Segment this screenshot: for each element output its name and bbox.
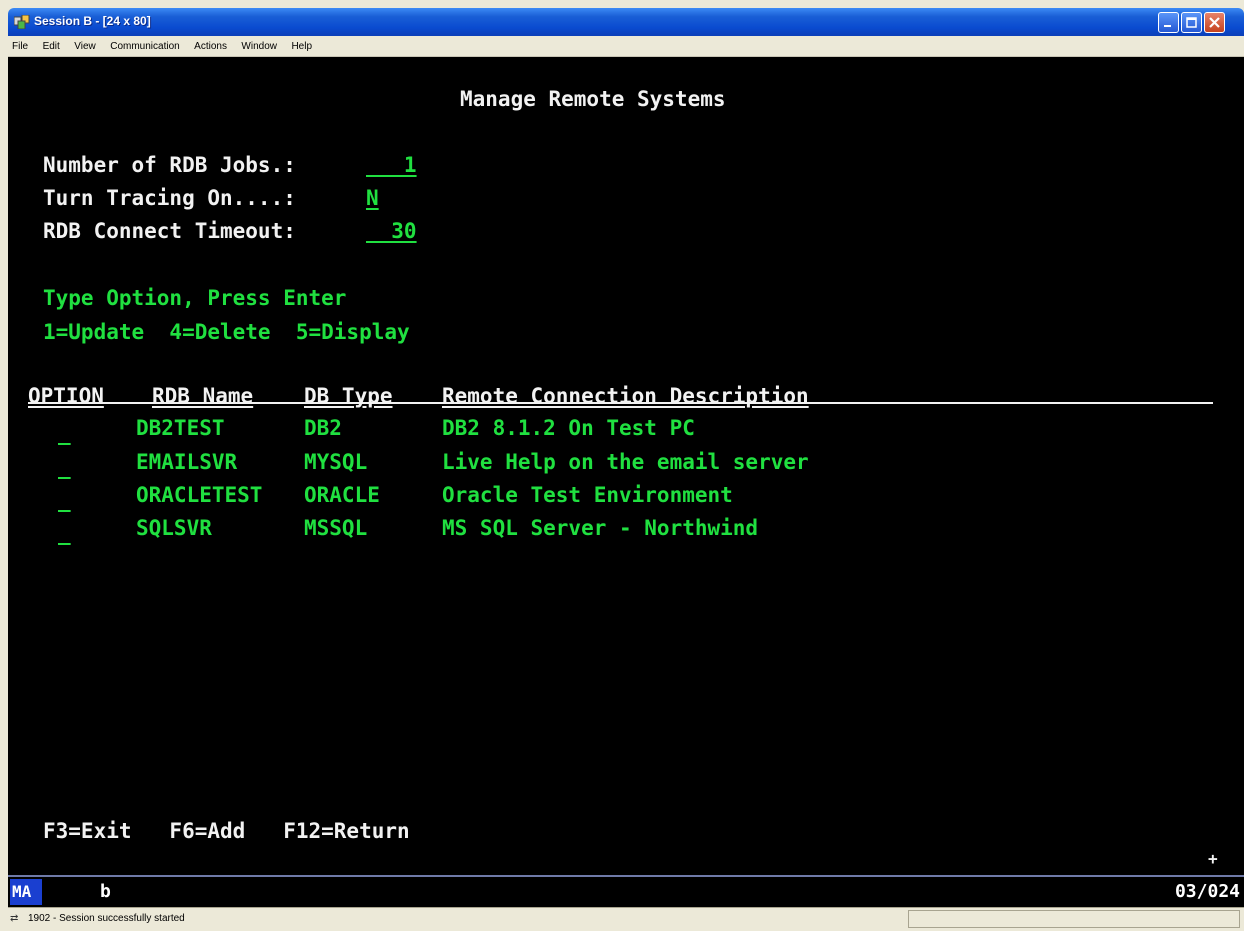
- close-button[interactable]: [1204, 12, 1225, 33]
- tracing-input[interactable]: N: [366, 186, 379, 210]
- menu-window[interactable]: Window: [241, 37, 277, 57]
- col-header-option: OPTION: [28, 384, 104, 408]
- cursor-position: 03/024: [1174, 881, 1240, 902]
- maximize-button[interactable]: [1181, 12, 1202, 33]
- operator-info-area: MA b 03/024: [8, 875, 1244, 907]
- connection-icon: ⇄: [10, 913, 19, 924]
- row-db-type: MYSQL: [304, 450, 368, 474]
- status-pane: [908, 910, 1240, 928]
- menu-file[interactable]: File: [12, 37, 28, 57]
- terminal-screen: Manage Remote Systems Number of RDB Jobs…: [8, 57, 1244, 875]
- instructions-text: Type Option, Press Enter: [43, 286, 347, 310]
- timeout-input[interactable]: 30: [366, 219, 416, 243]
- oia-mode: MA: [10, 879, 42, 905]
- row-option-input[interactable]: _: [58, 455, 71, 479]
- menu-communication[interactable]: Communication: [110, 37, 179, 57]
- row-option-input[interactable]: _: [58, 421, 71, 445]
- row-db-type: ORACLE: [304, 483, 380, 507]
- options-legend: 1=Update 4=Delete 5=Display: [43, 320, 410, 344]
- maximize-icon: [1186, 17, 1197, 28]
- title-bar[interactable]: Session B - [24 x 80]: [8, 8, 1244, 36]
- row-rdb-name: ORACLETEST: [136, 483, 263, 507]
- more-indicator: +: [1208, 849, 1218, 868]
- row-rdb-name: SQLSVR: [136, 516, 212, 540]
- row-description: Live Help on the email server: [442, 450, 809, 474]
- menu-view[interactable]: View: [74, 37, 96, 57]
- screen-title: Manage Remote Systems: [460, 87, 726, 111]
- menu-bar: File Edit View Communication Actions Win…: [8, 36, 1244, 57]
- menu-help[interactable]: Help: [291, 37, 312, 57]
- col-header-description: Remote Connection Description: [442, 384, 809, 408]
- col-header-db-type: DB Type: [304, 384, 393, 408]
- minimize-button[interactable]: [1158, 12, 1179, 33]
- col-header-rdb-name: RDB Name: [152, 384, 254, 408]
- function-keys: F3=Exit F6=Add F12=Return: [43, 819, 410, 843]
- menu-actions[interactable]: Actions: [194, 37, 227, 57]
- rdb-jobs-input[interactable]: 1: [366, 153, 417, 177]
- row-rdb-name: EMAILSVR: [136, 450, 238, 474]
- row-option-input[interactable]: _: [58, 488, 71, 512]
- row-rdb-name: DB2TEST: [136, 416, 225, 440]
- row-option-input[interactable]: _: [58, 521, 71, 545]
- close-icon: [1209, 17, 1220, 28]
- session-icon: [14, 15, 30, 29]
- timeout-label: RDB Connect Timeout:: [43, 219, 296, 243]
- window-title: Session B - [24 x 80]: [34, 14, 151, 28]
- row-db-type: MSSQL: [304, 516, 368, 540]
- minimize-icon: [1164, 25, 1171, 27]
- header-divider: [28, 402, 1213, 404]
- emulator-window: Session B - [24 x 80] File Edit View Com…: [8, 8, 1244, 931]
- oia-field: b: [100, 881, 111, 902]
- row-description: MS SQL Server - Northwind: [442, 516, 759, 540]
- tracing-label: Turn Tracing On....:: [43, 186, 296, 210]
- rdb-jobs-label: Number of RDB Jobs.:: [43, 153, 296, 177]
- menu-edit[interactable]: Edit: [43, 37, 60, 57]
- status-text: 1902 - Session successfully started: [28, 913, 185, 924]
- row-description: Oracle Test Environment: [442, 483, 733, 507]
- row-db-type: DB2: [304, 416, 342, 440]
- row-description: DB2 8.1.2 On Test PC: [442, 416, 695, 440]
- status-bar: ⇄ 1902 - Session successfully started: [8, 907, 1244, 931]
